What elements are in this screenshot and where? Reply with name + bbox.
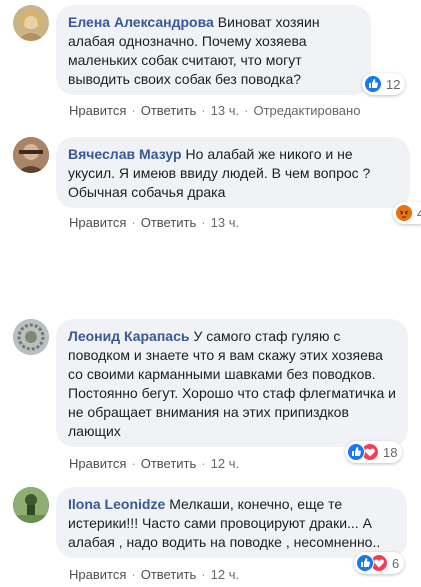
like-button[interactable]: Нравится bbox=[69, 103, 126, 118]
like-button[interactable]: Нравится bbox=[69, 567, 126, 582]
comment-time[interactable]: 13 ч. bbox=[211, 103, 239, 118]
comment-bubble: Ilona Leonidze Мелкаши, конечно, еще те и… bbox=[56, 487, 407, 558]
comment-bubble: Елена Александрова Виноват хозяин алабая … bbox=[56, 5, 371, 95]
comment-author[interactable]: Елена Александрова bbox=[68, 14, 214, 30]
comment-actions: Нравится · Ответить · 13 ч. · Отредактировано bbox=[69, 103, 361, 118]
comment-author[interactable]: Леонид Карапась bbox=[68, 328, 189, 344]
angry-icon bbox=[395, 204, 413, 222]
comment-actions: Нравится · Ответить · 13 ч. bbox=[69, 215, 240, 230]
like-icon bbox=[364, 75, 382, 93]
reply-button[interactable]: Ответить bbox=[141, 215, 197, 230]
reaction-summary[interactable]: 18 bbox=[345, 441, 403, 463]
comment-bubble: Леонид Карапась У самого стаф гуляю с пов… bbox=[56, 319, 408, 447]
avatar[interactable] bbox=[13, 487, 49, 523]
comment-author[interactable]: Вячеслав Мазур bbox=[68, 146, 182, 162]
like-icon bbox=[356, 554, 374, 572]
avatar[interactable] bbox=[13, 137, 49, 173]
like-icon bbox=[347, 443, 365, 461]
avatar[interactable] bbox=[13, 319, 49, 355]
comment-actions: Нравится · Ответить · 12 ч. bbox=[69, 567, 240, 582]
comment-bubble: Вячеслав Мазур Но алабай же никого и не у… bbox=[56, 137, 410, 208]
reply-button[interactable]: Ответить bbox=[141, 567, 197, 582]
reply-button[interactable]: Ответить bbox=[141, 456, 197, 471]
reaction-summary[interactable]: 6 bbox=[354, 552, 405, 574]
comment-author[interactable]: Ilona Leonidze bbox=[68, 496, 165, 512]
reaction-count: 4 bbox=[417, 205, 421, 221]
like-button[interactable]: Нравится bbox=[69, 456, 126, 471]
like-button[interactable]: Нравится bbox=[69, 215, 126, 230]
comment-actions: Нравится · Ответить · 12 ч. bbox=[69, 456, 240, 471]
edited-label[interactable]: Отредактировано bbox=[253, 103, 360, 118]
avatar[interactable] bbox=[13, 5, 49, 41]
comment-time[interactable]: 12 ч. bbox=[211, 567, 239, 582]
reaction-count: 12 bbox=[386, 76, 401, 92]
reaction-count: 6 bbox=[392, 555, 400, 571]
reaction-count: 18 bbox=[383, 444, 398, 460]
comment-time[interactable]: 12 ч. bbox=[211, 456, 239, 471]
reply-button[interactable]: Ответить bbox=[141, 103, 197, 118]
comment-time[interactable]: 13 ч. bbox=[211, 215, 239, 230]
reaction-summary[interactable]: 4 bbox=[393, 202, 421, 224]
reaction-summary[interactable]: 12 bbox=[362, 73, 406, 95]
comment-text: У самого стаф гуляю с поводком и знаете … bbox=[68, 328, 396, 439]
